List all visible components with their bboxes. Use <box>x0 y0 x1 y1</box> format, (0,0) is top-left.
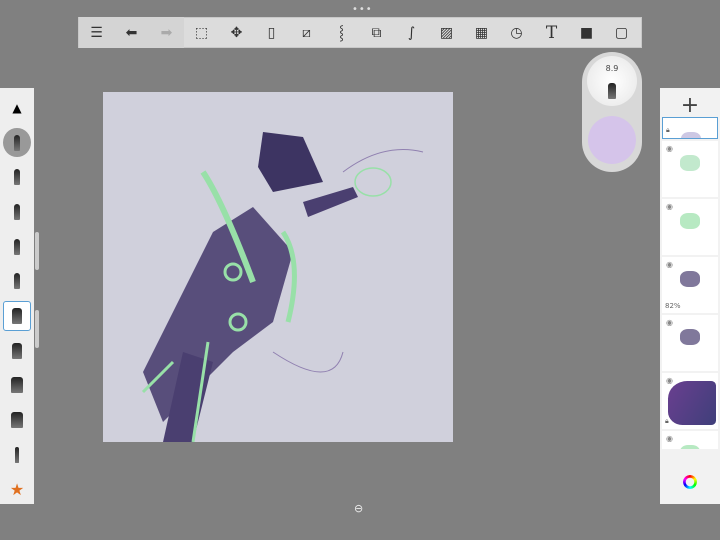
eye-icon[interactable]: ◉ <box>666 318 673 327</box>
layer-thumbnail[interactable]: ◉ <box>662 141 718 197</box>
layer-list-icon: ☰ <box>90 24 103 41</box>
toolbar-drag-handle[interactable]: ••• <box>352 4 373 15</box>
brush-puck[interactable]: 8.9 <box>582 52 642 172</box>
ruler-button[interactable]: ⧄ <box>289 17 324 48</box>
select-icon: ⬚ <box>194 24 209 41</box>
perspective-button[interactable]: ▦ <box>464 17 499 48</box>
brush-library-icon[interactable]: ▲ <box>3 93 31 123</box>
brush-fine[interactable] <box>3 440 31 470</box>
layer-content <box>681 132 701 138</box>
redo-icon: ➡ <box>160 24 173 41</box>
perspective-icon: ▦ <box>474 24 489 41</box>
drawing-canvas[interactable] <box>103 92 453 443</box>
brush-airbrush[interactable] <box>3 127 31 158</box>
eye-icon[interactable]: ◉ <box>666 202 673 211</box>
lock-icon[interactable]: 🔒︎ <box>665 417 669 426</box>
brush-selected[interactable] <box>3 301 31 331</box>
layer-thumbnail[interactable]: ◉ <box>662 315 718 371</box>
select-button[interactable]: ⬚ <box>184 17 219 48</box>
brush-pen[interactable] <box>3 266 31 296</box>
brush-wide[interactable] <box>3 370 31 400</box>
curve-button[interactable]: ∫ <box>394 17 429 48</box>
color-wheel-button[interactable] <box>660 460 720 504</box>
eye-icon[interactable]: ◉ <box>666 376 673 385</box>
text-icon: T <box>545 22 558 43</box>
artwork <box>141 132 424 443</box>
undo-button[interactable]: ⬅ <box>114 17 149 48</box>
fullscreen-button[interactable]: ▢ <box>604 17 639 48</box>
fill-button[interactable]: ▯ <box>254 17 289 48</box>
brush-size-control[interactable]: 8.9 <box>587 56 637 106</box>
record-icon: ■ <box>579 24 594 41</box>
brush-palette: ▲ ★ <box>0 88 34 504</box>
transform-icon: ✥ <box>230 24 243 41</box>
layer-thumbnail[interactable]: 🔒︎ <box>662 117 718 139</box>
fullscreen-icon: ▢ <box>614 24 629 41</box>
brush-size-value: 8.9 <box>605 64 619 73</box>
canvas-rotation-handle[interactable]: ⊖ <box>354 502 363 515</box>
layer-content <box>680 213 700 229</box>
layer-content <box>668 381 716 425</box>
layer-thumbnail[interactable]: ◉ <box>662 199 718 255</box>
main-toolbar: ☰ ⬅ ➡ ⬚ ✥ ▯ ⧄ ⸾ ⧉ ∫ ▨ ▦ ◷ T ■ ▢ <box>78 17 642 48</box>
eye-icon[interactable]: ◉ <box>666 260 673 269</box>
undo-icon: ⬅ <box>125 24 138 41</box>
brush-wide-2[interactable] <box>3 405 31 435</box>
record-button[interactable]: ■ <box>569 17 604 48</box>
eye-icon[interactable]: ◉ <box>666 434 673 443</box>
brush-smear[interactable] <box>3 336 31 366</box>
add-image-icon: ▨ <box>439 24 454 41</box>
lock-icon[interactable]: 🔒︎ <box>666 126 670 135</box>
transform-button[interactable]: ✥ <box>219 17 254 48</box>
fill-icon: ▯ <box>267 24 276 41</box>
symmetry-button[interactable]: ⸾ <box>324 17 359 48</box>
layer-content <box>680 271 700 287</box>
favorites-star-icon[interactable]: ★ <box>3 474 31 504</box>
layer-thumbnail[interactable]: ◉ 82% <box>662 257 718 313</box>
layer-content <box>680 329 700 345</box>
layer-thumbnail[interactable]: ◉ 🔒︎ <box>662 373 718 429</box>
color-wheel-icon <box>683 475 697 489</box>
brush-pencil[interactable] <box>3 162 31 192</box>
current-color-swatch[interactable] <box>588 116 636 164</box>
time-lapse-button[interactable]: ◷ <box>499 17 534 48</box>
ruler-icon: ⧄ <box>302 24 311 41</box>
layer-content <box>680 155 700 171</box>
palette-scrollbar[interactable] <box>35 232 39 270</box>
layer-panel: + 🔒︎ ◉ ◉ ◉ 82% ◉ ◉ 🔒︎ ◉ <box>660 88 720 504</box>
time-lapse-icon: ◷ <box>510 24 523 41</box>
eye-icon[interactable]: ◉ <box>666 144 673 153</box>
redo-button[interactable]: ➡ <box>149 17 184 48</box>
layer-list-button[interactable]: ☰ <box>79 17 114 48</box>
palette-scrollbar-2[interactable] <box>35 310 39 348</box>
layer-thumbnail[interactable]: ◉ <box>662 431 718 449</box>
brush-ink[interactable] <box>3 197 31 227</box>
curve-icon: ∫ <box>407 24 416 41</box>
shapes-icon: ⧉ <box>371 24 382 41</box>
text-button[interactable]: T <box>534 17 569 48</box>
shapes-button[interactable]: ⧉ <box>359 17 394 48</box>
brush-marker[interactable] <box>3 232 31 262</box>
layer-opacity: 82% <box>665 302 681 310</box>
add-image-button[interactable]: ▨ <box>429 17 464 48</box>
layer-content <box>680 445 700 449</box>
symmetry-icon: ⸾ <box>338 25 344 41</box>
